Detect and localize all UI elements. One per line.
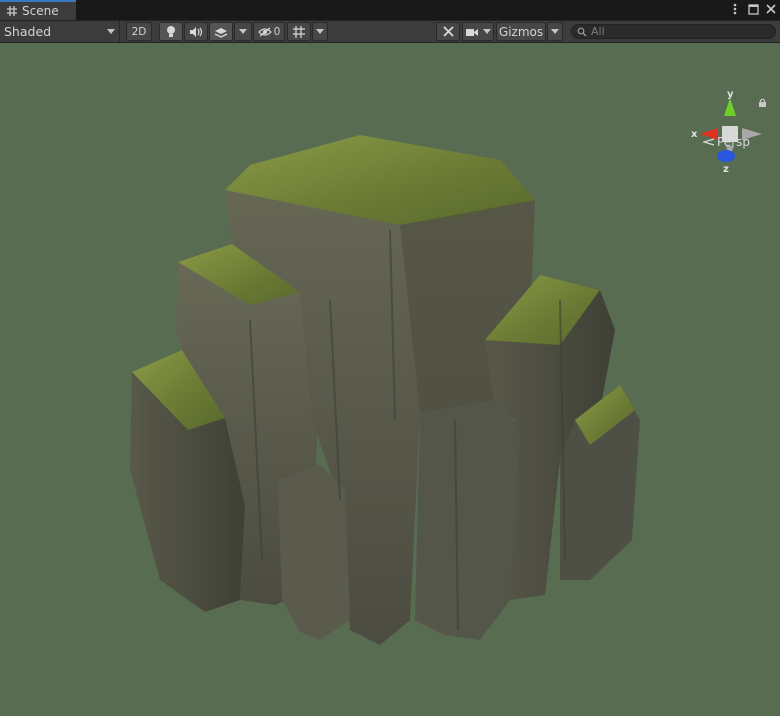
axis-label-x: x [691, 129, 698, 140]
kebab-menu-icon[interactable] [728, 1, 742, 17]
chevron-down-icon [239, 29, 247, 34]
camera-settings-button[interactable] [462, 22, 494, 41]
rock-formation-model [130, 135, 640, 645]
2d-toggle-button[interactable]: 2D [126, 22, 152, 41]
search-placeholder: All [591, 25, 605, 38]
layers-effects-icon [214, 27, 228, 38]
audio-toggle-button[interactable] [184, 22, 208, 41]
speaker-icon [190, 26, 203, 37]
camera-icon [466, 28, 478, 36]
hidden-objects-toggle[interactable]: 0 [253, 22, 285, 41]
hash-grid-icon [7, 6, 17, 16]
maximize-icon[interactable] [746, 1, 760, 17]
axis-label-y: y [727, 90, 734, 100]
2d-toggle-label: 2D [131, 25, 147, 38]
window-tab-bar: Scene [0, 0, 780, 21]
grid-snap-icon [293, 25, 305, 38]
gizmos-dropdown-button[interactable] [547, 22, 563, 41]
effects-toggle-button[interactable] [209, 22, 233, 41]
scene-search-field[interactable]: All [571, 24, 776, 39]
perspective-icon [703, 138, 715, 146]
projection-toggle[interactable]: Persp [703, 135, 750, 149]
eye-slash-icon [257, 26, 272, 37]
scene-viewport[interactable]: y x z Persp [0, 43, 780, 716]
effects-dropdown-button[interactable] [234, 22, 252, 41]
scene-toolbar: Shaded 2D 0 Gizmos All [0, 21, 780, 43]
chevron-down-icon [316, 29, 324, 34]
tab-scene[interactable]: Scene [0, 0, 76, 20]
projection-label: Persp [717, 135, 750, 149]
chevron-down-icon [107, 29, 115, 34]
search-icon [577, 27, 587, 36]
grid-toggle-button[interactable] [287, 22, 311, 41]
draw-mode-dropdown[interactable]: Shaded [0, 21, 120, 42]
hidden-count: 0 [273, 25, 281, 38]
lighting-toggle-button[interactable] [159, 22, 183, 41]
draw-mode-label: Shaded [4, 24, 52, 39]
wrench-cross-icon [442, 26, 454, 37]
gizmos-button[interactable]: Gizmos [496, 22, 546, 41]
tab-scene-label: Scene [22, 4, 59, 18]
gizmos-label: Gizmos [498, 24, 544, 39]
lightbulb-icon [167, 26, 175, 37]
chevron-down-icon [551, 29, 559, 34]
tools-button[interactable] [436, 22, 460, 41]
chevron-down-icon [483, 29, 491, 34]
grid-dropdown-button[interactable] [312, 22, 328, 41]
axis-label-z: z [723, 164, 729, 175]
close-icon[interactable] [764, 1, 778, 17]
